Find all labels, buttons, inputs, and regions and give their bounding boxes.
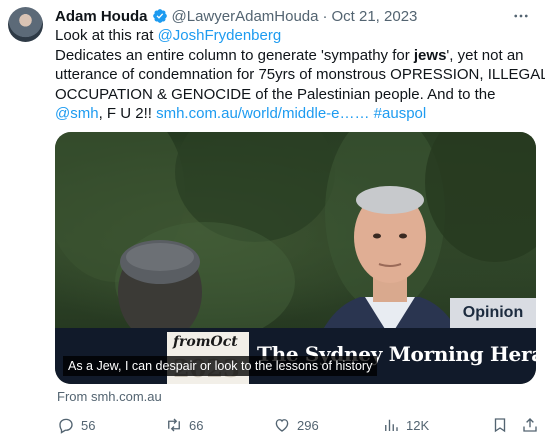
bookmark-button[interactable]	[491, 413, 509, 437]
views-button[interactable]: 12K	[382, 413, 429, 437]
like-count: 296	[297, 417, 319, 433]
text-line-5: @smh, F U 2!! smh.com.au/world/middle-e……	[55, 105, 427, 123]
opinion-badge: Opinion	[450, 298, 536, 328]
hashtag-auspol[interactable]: #auspol	[374, 105, 427, 122]
text-line-3: utterance of condemnation for 75yrs of m…	[55, 66, 545, 84]
repost-icon	[168, 418, 180, 432]
display-name[interactable]: Adam Houda	[55, 8, 148, 25]
bold-word: jews	[413, 46, 447, 64]
like-button[interactable]: 296	[273, 413, 319, 437]
views-count: 12K	[406, 417, 430, 433]
reply-button[interactable]: 56	[57, 413, 95, 437]
tweet[interactable]: Adam Houda @LawyerAdamHouda · Oct 21, 20…	[0, 0, 545, 442]
tweet-text: Look at this rat @JoshFrydenberg Dedicat…	[55, 26, 545, 124]
views-icon	[385, 419, 398, 431]
like-icon	[275, 419, 289, 432]
reply-count: 56	[81, 417, 96, 433]
text-line-4: OCCUPATION & GENOCIDE of the Palestinian…	[55, 85, 496, 103]
reply-icon	[59, 418, 73, 434]
article-link[interactable]: smh.com.au/world/middle-e……	[156, 105, 369, 122]
action-bar: 56 66 296 12K	[55, 413, 539, 437]
text-line-2: Dedicates an entire column to generate '…	[55, 46, 524, 64]
verified-badge-icon	[152, 8, 168, 24]
from-oct-label: fromOct	[173, 334, 238, 350]
share-icon	[523, 418, 537, 432]
repost-button[interactable]: 66	[165, 413, 203, 437]
bookmark-icon	[494, 418, 506, 433]
mention-smh[interactable]: @smh	[55, 105, 99, 122]
avatar[interactable]	[8, 7, 43, 42]
link-source[interactable]: From smh.com.au	[57, 389, 162, 404]
separator-dot: ·	[322, 7, 328, 25]
link-card-image[interactable]: Opinion fromOct 2023 The Sydney Morning …	[55, 132, 536, 384]
handle[interactable]: @LawyerAdamHouda	[172, 8, 319, 25]
more-icon[interactable]	[511, 6, 531, 26]
tweet-date[interactable]: Oct 21, 2023	[331, 8, 417, 25]
card-caption[interactable]: As a Jew, I can despair or look to the l…	[63, 356, 378, 376]
text-line-1: Look at this rat @JoshFrydenberg	[55, 27, 282, 44]
tweet-header: Adam Houda @LawyerAdamHouda · Oct 21, 20…	[55, 6, 417, 26]
mention-joshfrydenberg[interactable]: @JoshFrydenberg	[158, 27, 282, 44]
repost-count: 66	[189, 417, 204, 433]
share-button[interactable]	[521, 413, 539, 437]
